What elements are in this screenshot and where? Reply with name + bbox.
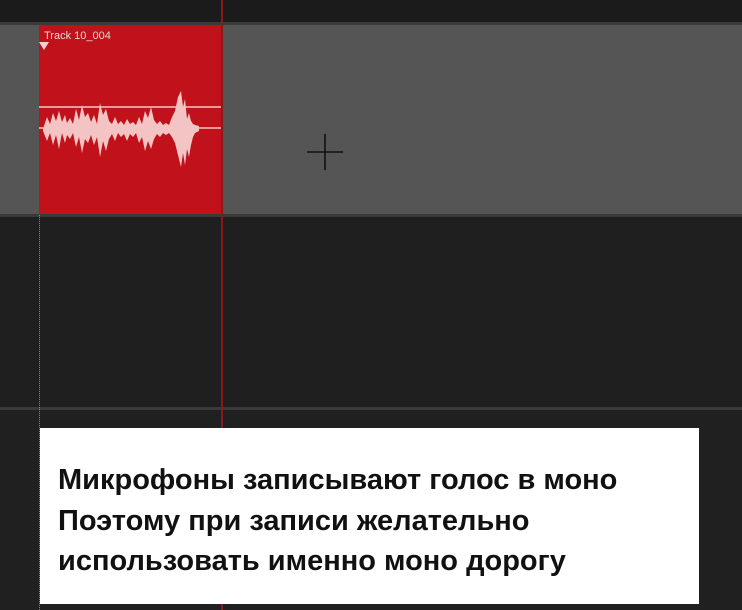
crosshair-cursor-icon bbox=[307, 134, 343, 170]
subtitle-caption: Микрофоны записывают голос в моно Поэтом… bbox=[40, 428, 699, 604]
audio-clip[interactable]: Track 10_004 bbox=[39, 25, 221, 214]
caption-line-3: использовать именно моно дорогу bbox=[58, 545, 566, 577]
timeline-header-strip bbox=[0, 0, 742, 22]
clip-name: Track 10_004 bbox=[44, 30, 111, 42]
waveform bbox=[39, 91, 221, 167]
timeline-view: Track 10_004 Микрофоны записывают голос … bbox=[0, 0, 742, 610]
caption-line-1: Микрофоны записывают голос в моно bbox=[58, 464, 618, 496]
caption-line-2: Поэтому при записи желательно bbox=[58, 505, 530, 537]
track-lane-2[interactable] bbox=[0, 217, 742, 407]
clip-start-marker-icon bbox=[39, 42, 49, 50]
